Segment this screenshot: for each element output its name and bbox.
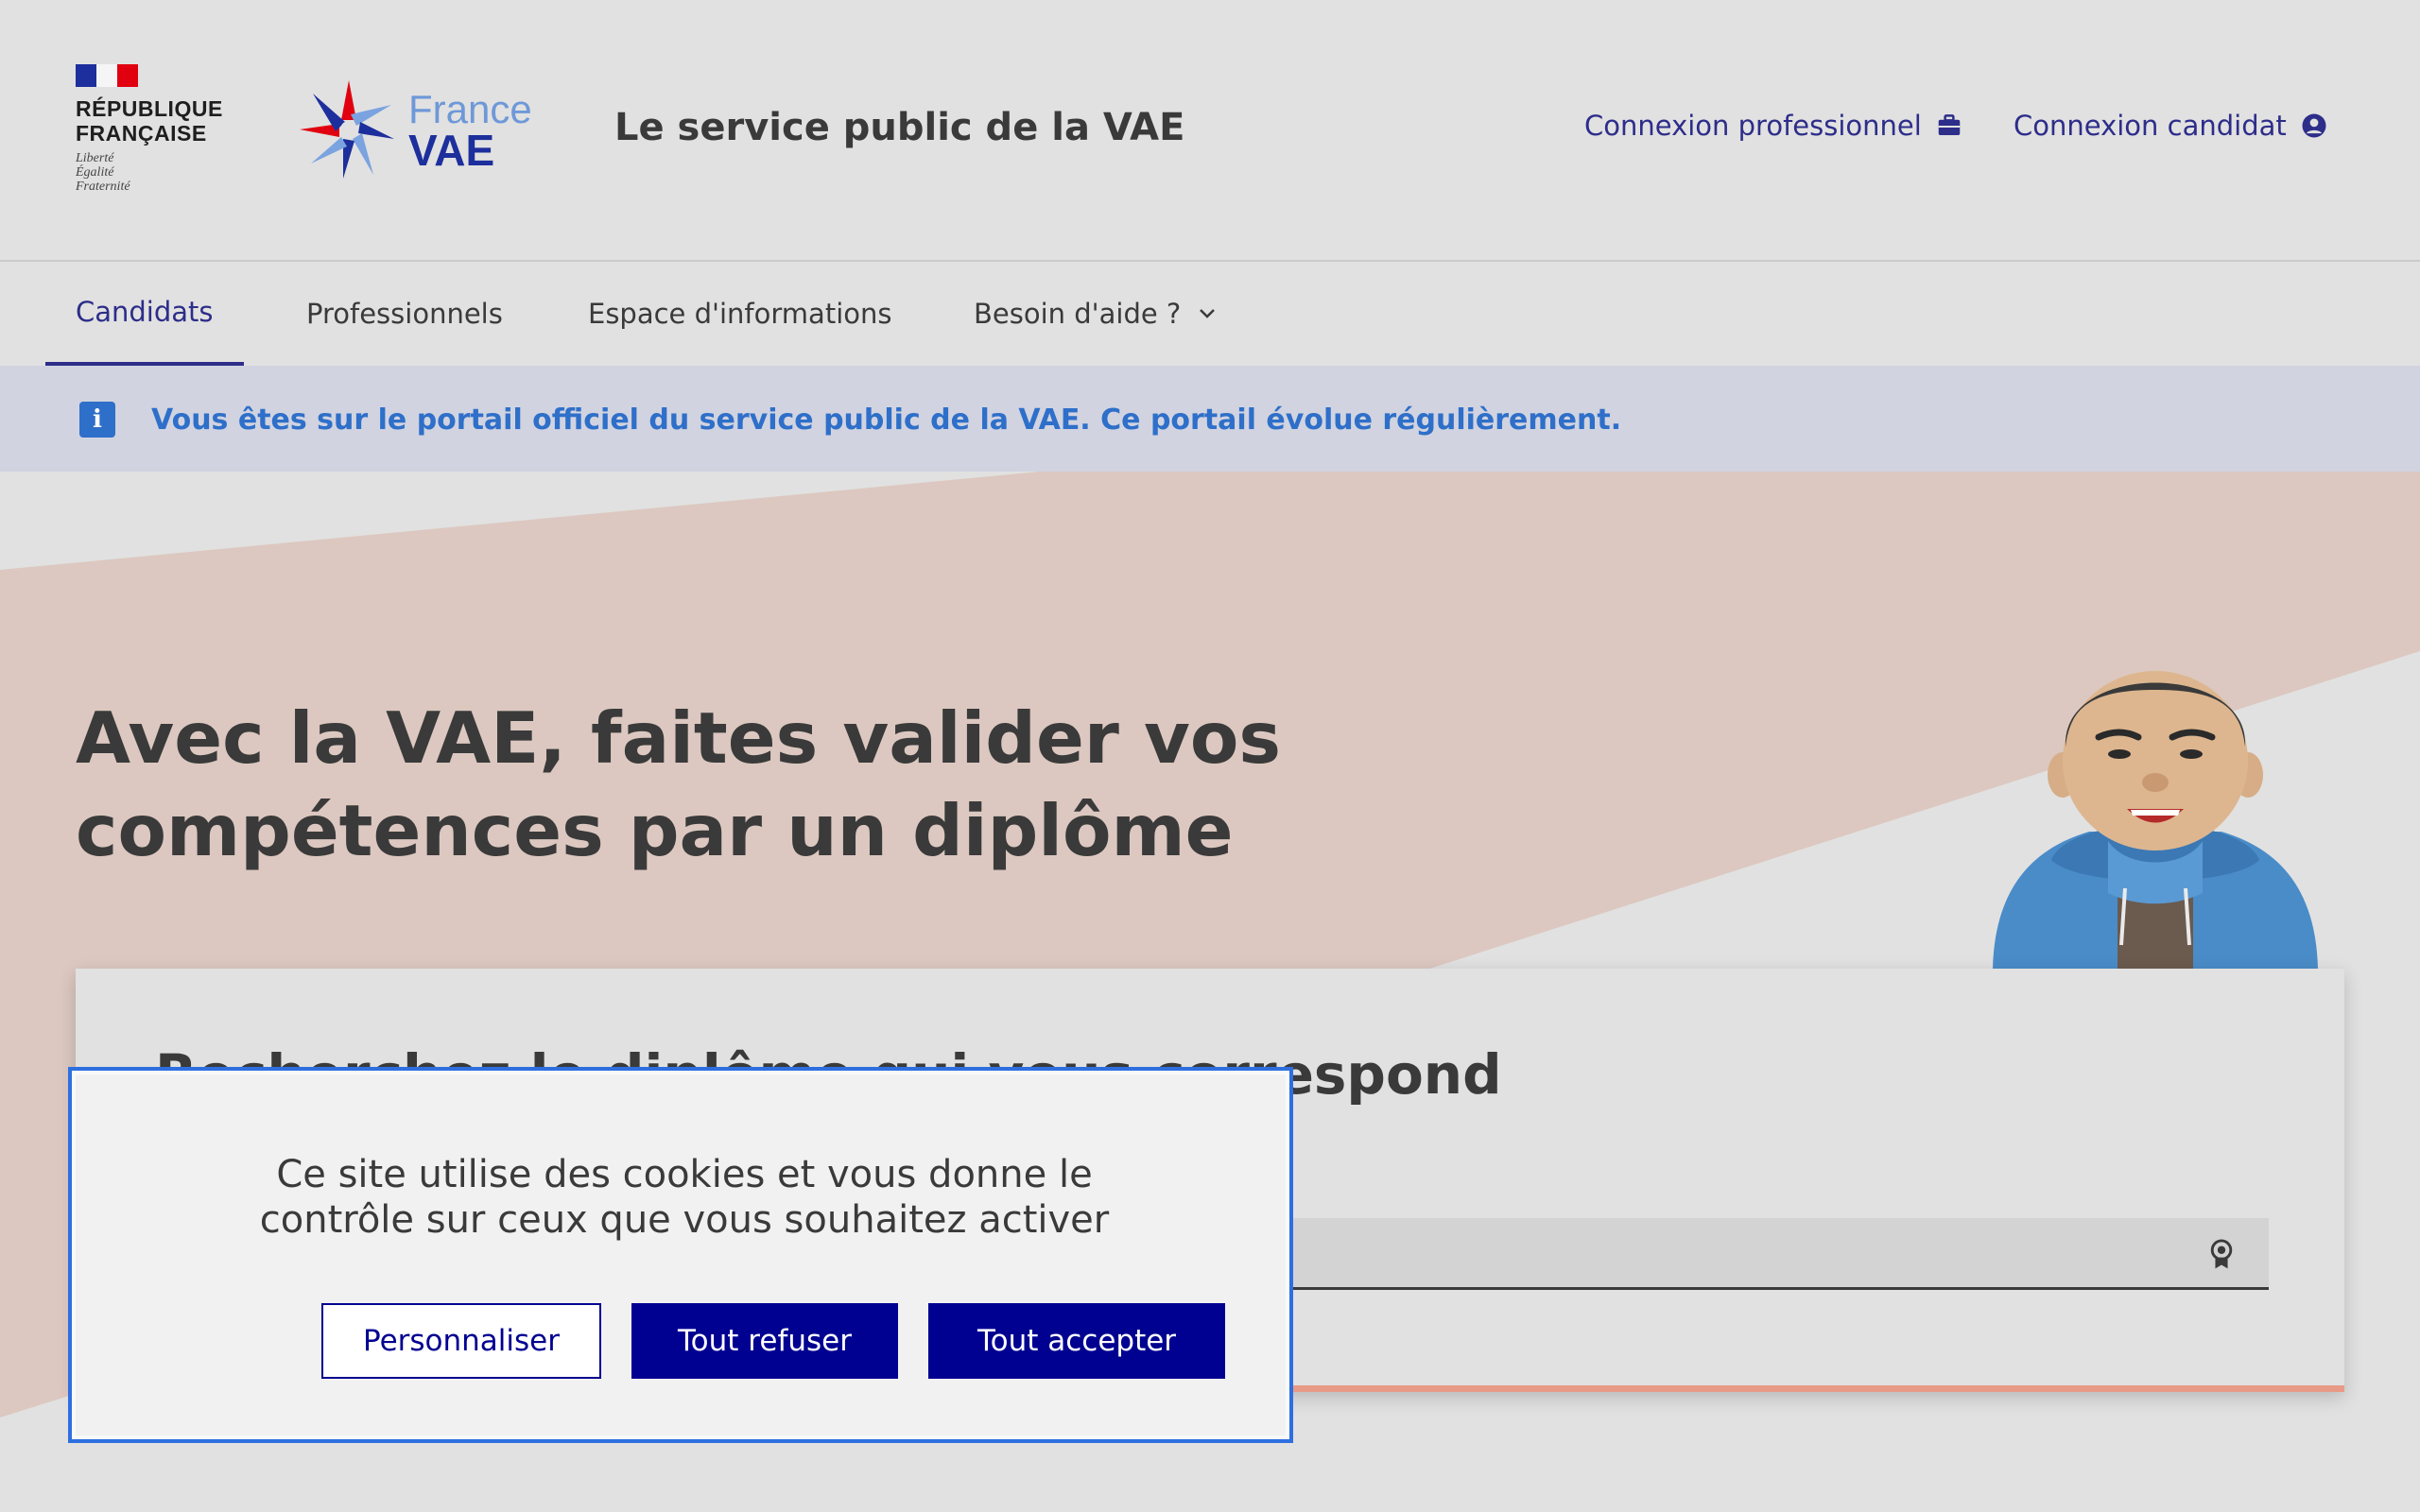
nav-item-professionnels[interactable]: Professionnels [306,262,503,366]
tout-accepter-button[interactable]: Tout accepter [928,1303,1225,1379]
star-icon [300,80,394,179]
nav-item-label: Besoin d'aide ? [974,298,1182,330]
nav-item-candidats[interactable]: Candidats [45,262,244,366]
logo-vae-text: VAE [408,126,495,175]
chevron-down-icon [1200,309,1216,318]
info-banner-text: Vous êtes sur le portail officiel du ser… [151,404,1622,437]
republique-francaise-logo[interactable]: RÉPUBLIQUE FRANÇAISE Liberté Égalité Fra… [76,64,223,194]
user-circle-icon [2302,113,2326,138]
hero-title-line1: Avec la VAE, faites valider vos [76,696,1281,780]
main-navigation: Candidats Professionnels Espace d'inform… [0,262,2420,366]
nav-item-besoin-aide[interactable]: Besoin d'aide ? [974,262,1217,366]
tout-refuser-button[interactable]: Tout refuser [631,1303,898,1379]
briefcase-icon [1938,114,1961,135]
hero-title: Avec la VAE, faites valider vos compéten… [76,692,1305,877]
connexion-candidat-link[interactable]: Connexion candidat [2014,110,2328,142]
info-icon: i [79,402,115,438]
connexion-professionnel-link[interactable]: Connexion professionnel [1584,110,1963,142]
nav-item-espace-informations[interactable]: Espace d'informations [588,262,891,366]
nav-item-label: Professionnels [306,298,503,330]
nav-item-label: Espace d'informations [588,298,892,330]
info-banner: i Vous êtes sur le portail officiel du s… [0,366,2420,472]
france-vae-logo[interactable]: France VAE [297,76,552,184]
cookie-consent-dialog: Ce site utilise des cookies et vous donn… [68,1067,1293,1443]
connexion-candidat-label: Connexion candidat [2014,110,2287,142]
motto-fraternite: Fraternité [76,180,130,194]
hero-title-line2: compétences par un diplôme [76,789,1234,872]
candidate-avatar-illustration [1993,671,2318,970]
service-title: Le service public de la VAE [614,106,1185,149]
cookie-message: Ce site utilise des cookies et vous donn… [72,1152,1297,1243]
personnaliser-button[interactable]: Personnaliser [321,1303,601,1379]
award-icon[interactable] [2206,1239,2237,1271]
republique-line1: RÉPUBLIQUE [76,96,223,121]
motto-egalite: Égalité [76,165,114,180]
republique-line2: FRANÇAISE [76,121,207,146]
nav-item-label: Candidats [76,296,214,328]
connexion-professionnel-label: Connexion professionnel [1584,110,1922,142]
cookie-message-line2: contrôle sur ceux que vous souhaitez act… [259,1198,1110,1242]
site-header: RÉPUBLIQUE FRANÇAISE Liberté Égalité Fra… [0,0,2420,262]
cookie-message-line1: Ce site utilise des cookies et vous donn… [276,1153,1093,1196]
marianne-flag-icon [76,64,138,87]
motto-liberte: Liberté [76,151,114,165]
